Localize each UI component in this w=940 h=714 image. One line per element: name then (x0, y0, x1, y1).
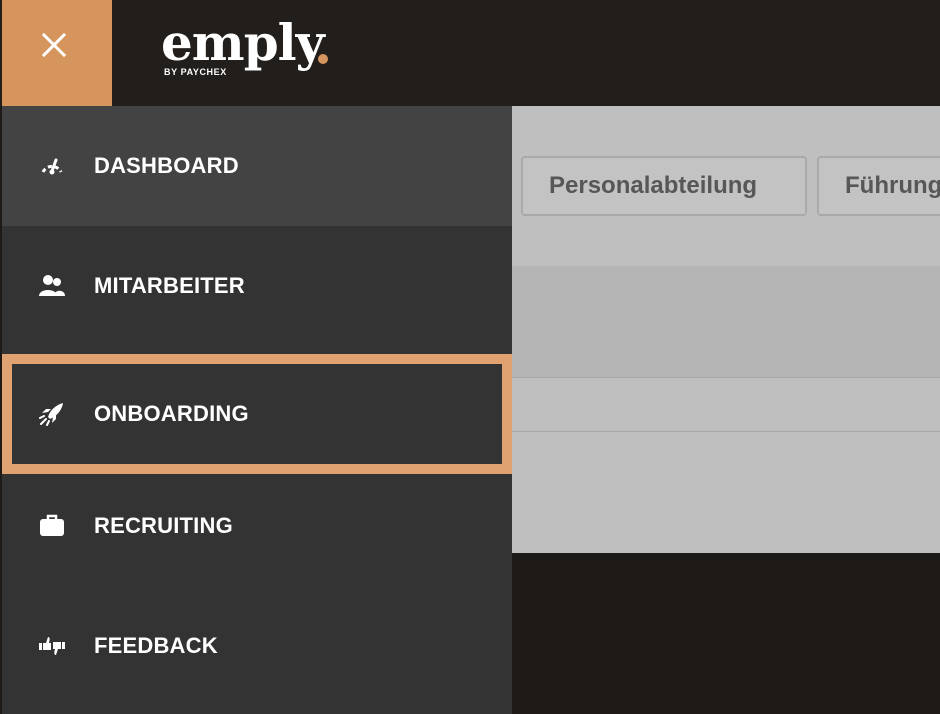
close-menu-button[interactable] (2, 0, 112, 106)
main-content-overlayed: Personalabteilung Führung (512, 106, 940, 553)
sidebar-item-label: ONBOARDING (94, 401, 249, 426)
divider (512, 377, 940, 378)
divider (512, 431, 940, 432)
content-footer-area (512, 553, 940, 714)
sidebar-item-label: MITARBEITER (94, 273, 245, 298)
sidebar-menu: DASHBOARD MITARBEITER ONBOARDING RECRUIT… (2, 106, 512, 714)
tab-fuehrung[interactable]: Führung (817, 156, 940, 216)
emply-logo[interactable]: emply BY PAYCHEX (161, 12, 341, 82)
table-row (512, 266, 940, 377)
sidebar-item-label: FEEDBACK (94, 633, 218, 658)
sidebar-item-label: DASHBOARD (94, 153, 239, 178)
close-icon (42, 33, 66, 57)
thumbs-feedback-icon (39, 637, 65, 655)
sidebar-item-feedback[interactable]: FEEDBACK (2, 586, 512, 706)
users-icon (39, 275, 65, 296)
sidebar-item-onboarding[interactable]: ONBOARDING (2, 354, 512, 474)
logo-wordmark: emply (161, 13, 325, 72)
logo-dot (318, 54, 328, 64)
rocket-icon (39, 403, 63, 426)
dashboard-gauge-icon (41, 158, 63, 175)
logo-subtitle: BY PAYCHEX (164, 67, 227, 77)
sidebar-item-dashboard[interactable]: DASHBOARD (2, 106, 512, 226)
briefcase-icon (40, 514, 64, 536)
sidebar-item-recruiting[interactable]: RECRUITING (2, 466, 512, 586)
sidebar-item-mitarbeiter[interactable]: MITARBEITER (2, 226, 512, 346)
top-bar: emply BY PAYCHEX (0, 0, 940, 106)
tab-personalabteilung[interactable]: Personalabteilung (521, 156, 807, 216)
sidebar-item-label: RECRUITING (94, 513, 233, 538)
